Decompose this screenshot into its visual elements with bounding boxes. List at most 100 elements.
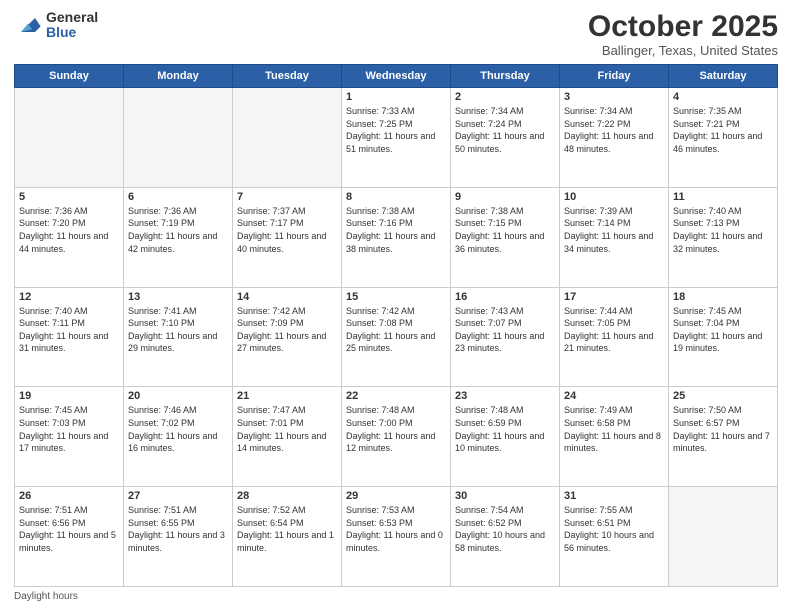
- day-number: 20: [128, 390, 228, 402]
- title-block: October 2025 Ballinger, Texas, United St…: [588, 10, 778, 58]
- day-info: Sunrise: 7:51 AMSunset: 6:55 PMDaylight:…: [128, 504, 228, 554]
- calendar-cell: 20 Sunrise: 7:46 AMSunset: 7:02 PMDayligh…: [124, 387, 233, 487]
- day-info: Sunrise: 7:53 AMSunset: 6:53 PMDaylight:…: [346, 504, 446, 554]
- calendar-week-row: 26 Sunrise: 7:51 AMSunset: 6:56 PMDayligh…: [15, 487, 778, 587]
- day-number: 15: [346, 291, 446, 303]
- day-of-week-header: Tuesday: [233, 65, 342, 88]
- logo-general-text: General: [46, 10, 98, 25]
- day-of-week-header: Thursday: [451, 65, 560, 88]
- day-info: Sunrise: 7:36 AMSunset: 7:19 PMDaylight:…: [128, 205, 228, 255]
- day-info: Sunrise: 7:48 AMSunset: 6:59 PMDaylight:…: [455, 404, 555, 454]
- day-number: 6: [128, 191, 228, 203]
- calendar-cell: 3Sunrise: 7:34 AMSunset: 7:22 PMDaylight…: [560, 88, 669, 188]
- page: General Blue October 2025 Ballinger, Tex…: [0, 0, 792, 612]
- day-info: Sunrise: 7:46 AMSunset: 7:02 PMDaylight:…: [128, 404, 228, 454]
- calendar-cell: 24 Sunrise: 7:49 AMSunset: 6:58 PMDayligh…: [560, 387, 669, 487]
- day-number: 17: [564, 291, 664, 303]
- calendar-week-row: 5Sunrise: 7:36 AMSunset: 7:20 PMDaylight…: [15, 187, 778, 287]
- day-number: 25: [673, 390, 773, 402]
- logo-blue-text: Blue: [46, 25, 98, 40]
- day-info: Sunrise: 7:37 AMSunset: 7:17 PMDaylight:…: [237, 205, 337, 255]
- logo: General Blue: [14, 10, 98, 41]
- calendar-week-row: 1 Sunrise: 7:33 AMSunset: 7:25 PMDaylight…: [15, 88, 778, 188]
- day-info: Sunrise: 7:43 AMSunset: 7:07 PMDaylight:…: [455, 305, 555, 355]
- day-info: Sunrise: 7:54 AMSunset: 6:52 PMDaylight:…: [455, 504, 555, 554]
- calendar-cell: 25Sunrise: 7:50 AMSunset: 6:57 PMDayligh…: [669, 387, 778, 487]
- calendar-cell: 26 Sunrise: 7:51 AMSunset: 6:56 PMDayligh…: [15, 487, 124, 587]
- calendar-cell: 18 Sunrise: 7:45 AMSunset: 7:04 PMDayligh…: [669, 287, 778, 387]
- day-info: Sunrise: 7:55 AMSunset: 6:51 PMDaylight:…: [564, 504, 664, 554]
- day-info: Sunrise: 7:45 AMSunset: 7:03 PMDaylight:…: [19, 404, 119, 454]
- calendar-cell: 8 Sunrise: 7:38 AMSunset: 7:16 PMDaylight…: [342, 187, 451, 287]
- location: Ballinger, Texas, United States: [588, 43, 778, 58]
- day-number: 8: [346, 191, 446, 203]
- calendar-cell: 21 Sunrise: 7:47 AMSunset: 7:01 PMDayligh…: [233, 387, 342, 487]
- day-of-week-header: Friday: [560, 65, 669, 88]
- day-number: 12: [19, 291, 119, 303]
- day-number: 1: [346, 91, 446, 103]
- calendar-cell: 10 Sunrise: 7:39 AMSunset: 7:14 PMDayligh…: [560, 187, 669, 287]
- day-number: 31: [564, 490, 664, 502]
- calendar-cell: 22 Sunrise: 7:48 AMSunset: 7:00 PMDayligh…: [342, 387, 451, 487]
- day-info: Sunrise: 7:33 AMSunset: 7:25 PMDaylight:…: [346, 105, 446, 155]
- calendar-cell: 30Sunrise: 7:54 AMSunset: 6:52 PMDayligh…: [451, 487, 560, 587]
- day-number: 4: [673, 91, 773, 103]
- day-number: 18: [673, 291, 773, 303]
- day-info: Sunrise: 7:34 AMSunset: 7:24 PMDaylight:…: [455, 105, 555, 155]
- calendar-cell: [124, 88, 233, 188]
- calendar-cell: 1 Sunrise: 7:33 AMSunset: 7:25 PMDaylight…: [342, 88, 451, 188]
- logo-icon: [14, 11, 42, 39]
- month-title: October 2025: [588, 10, 778, 43]
- calendar-cell: 12 Sunrise: 7:40 AMSunset: 7:11 PMDayligh…: [15, 287, 124, 387]
- day-info: Sunrise: 7:51 AMSunset: 6:56 PMDaylight:…: [19, 504, 119, 554]
- day-info: Sunrise: 7:40 AMSunset: 7:13 PMDaylight:…: [673, 205, 773, 255]
- day-of-week-header: Sunday: [15, 65, 124, 88]
- calendar-cell: [669, 487, 778, 587]
- calendar-cell: 14 Sunrise: 7:42 AMSunset: 7:09 PMDayligh…: [233, 287, 342, 387]
- calendar-week-row: 12 Sunrise: 7:40 AMSunset: 7:11 PMDayligh…: [15, 287, 778, 387]
- day-number: 10: [564, 191, 664, 203]
- day-info: Sunrise: 7:52 AMSunset: 6:54 PMDaylight:…: [237, 504, 337, 554]
- day-number: 28: [237, 490, 337, 502]
- calendar-cell: 9Sunrise: 7:38 AMSunset: 7:15 PMDaylight…: [451, 187, 560, 287]
- day-info: Sunrise: 7:47 AMSunset: 7:01 PMDaylight:…: [237, 404, 337, 454]
- day-info: Sunrise: 7:38 AMSunset: 7:16 PMDaylight:…: [346, 205, 446, 255]
- day-number: 13: [128, 291, 228, 303]
- day-number: 26: [19, 490, 119, 502]
- day-number: 16: [455, 291, 555, 303]
- calendar-cell: 13Sunrise: 7:41 AMSunset: 7:10 PMDayligh…: [124, 287, 233, 387]
- logo-text: General Blue: [46, 10, 98, 41]
- day-number: 11: [673, 191, 773, 203]
- day-info: Sunrise: 7:45 AMSunset: 7:04 PMDaylight:…: [673, 305, 773, 355]
- day-number: 14: [237, 291, 337, 303]
- day-info: Sunrise: 7:42 AMSunset: 7:09 PMDaylight:…: [237, 305, 337, 355]
- calendar-week-row: 19 Sunrise: 7:45 AMSunset: 7:03 PMDayligh…: [15, 387, 778, 487]
- calendar-cell: 5Sunrise: 7:36 AMSunset: 7:20 PMDaylight…: [15, 187, 124, 287]
- day-info: Sunrise: 7:39 AMSunset: 7:14 PMDaylight:…: [564, 205, 664, 255]
- calendar-cell: 4Sunrise: 7:35 AMSunset: 7:21 PMDaylight…: [669, 88, 778, 188]
- calendar-header-row: SundayMondayTuesdayWednesdayThursdayFrid…: [15, 65, 778, 88]
- calendar-cell: 2 Sunrise: 7:34 AMSunset: 7:24 PMDaylight…: [451, 88, 560, 188]
- day-of-week-header: Monday: [124, 65, 233, 88]
- day-number: 29: [346, 490, 446, 502]
- day-info: Sunrise: 7:40 AMSunset: 7:11 PMDaylight:…: [19, 305, 119, 355]
- calendar-cell: [15, 88, 124, 188]
- calendar-cell: 6 Sunrise: 7:36 AMSunset: 7:19 PMDaylight…: [124, 187, 233, 287]
- day-of-week-header: Wednesday: [342, 65, 451, 88]
- calendar-cell: 17Sunrise: 7:44 AMSunset: 7:05 PMDayligh…: [560, 287, 669, 387]
- day-number: 22: [346, 390, 446, 402]
- day-number: 5: [19, 191, 119, 203]
- day-number: 27: [128, 490, 228, 502]
- day-info: Sunrise: 7:49 AMSunset: 6:58 PMDaylight:…: [564, 404, 664, 454]
- calendar-cell: 29 Sunrise: 7:53 AMSunset: 6:53 PMDayligh…: [342, 487, 451, 587]
- calendar-cell: 28 Sunrise: 7:52 AMSunset: 6:54 PMDayligh…: [233, 487, 342, 587]
- day-number: 21: [237, 390, 337, 402]
- day-info: Sunrise: 7:48 AMSunset: 7:00 PMDaylight:…: [346, 404, 446, 454]
- day-of-week-header: Saturday: [669, 65, 778, 88]
- day-number: 19: [19, 390, 119, 402]
- calendar-cell: 31 Sunrise: 7:55 AMSunset: 6:51 PMDayligh…: [560, 487, 669, 587]
- day-number: 24: [564, 390, 664, 402]
- calendar-table: SundayMondayTuesdayWednesdayThursdayFrid…: [14, 64, 778, 587]
- day-number: 2: [455, 91, 555, 103]
- day-number: 23: [455, 390, 555, 402]
